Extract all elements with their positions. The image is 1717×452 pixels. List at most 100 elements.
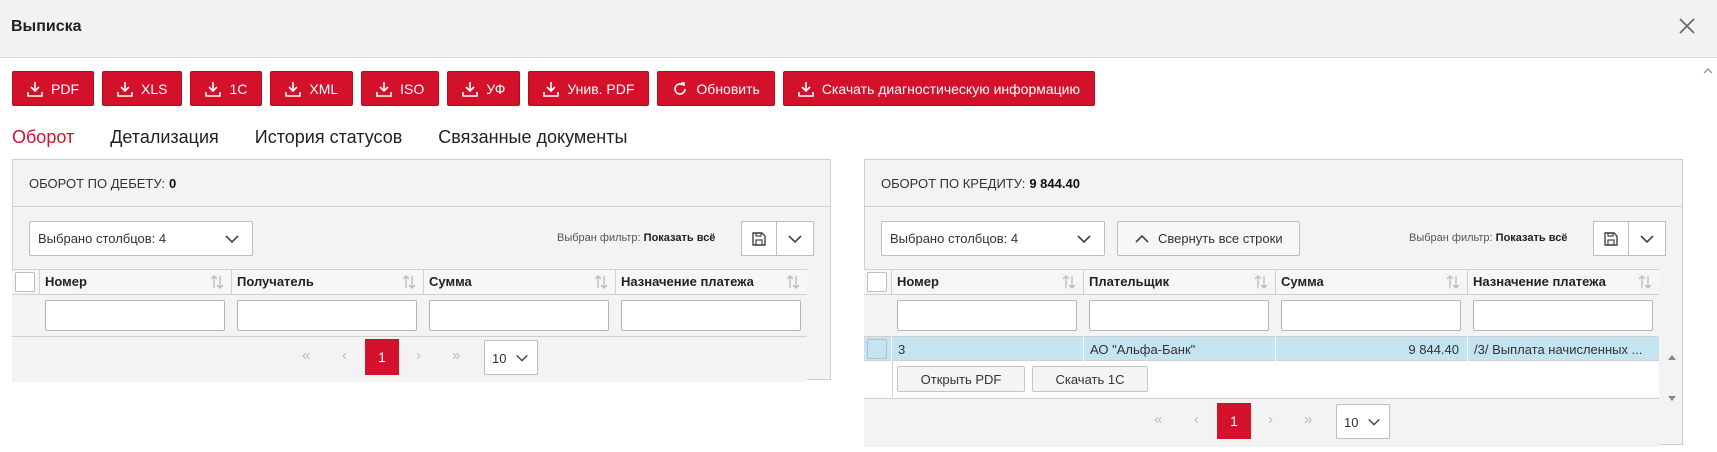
debit-col-purpose[interactable]: Назначение платежа: [616, 270, 807, 295]
table-row[interactable]: 3 АО "Альфа-Банк" 9 844.40 /3/ Выплата н…: [864, 337, 1659, 361]
download-univ-pdf-label: Унив. PDF: [567, 80, 635, 97]
download-diagnostics-label: Скачать диагностическую информацию: [821, 80, 1080, 97]
row-payer: АО "Альфа-Банк": [1084, 337, 1276, 361]
debit-col-amount-label: Сумма: [429, 274, 472, 289]
pager-next-button[interactable]: ›: [1268, 411, 1273, 428]
pager-current-page[interactable]: 1: [365, 339, 399, 375]
download-1c-row-button[interactable]: Скачать 1С: [1032, 366, 1148, 392]
debit-options-button[interactable]: [776, 221, 814, 256]
sort-icon: [210, 275, 224, 289]
debit-filter-purpose-input[interactable]: [621, 300, 801, 331]
credit-filter-amount-input[interactable]: [1281, 300, 1461, 331]
pager-first-button[interactable]: «: [1154, 411, 1162, 428]
credit-col-number-label: Номер: [897, 274, 939, 289]
debit-save-button[interactable]: [741, 221, 777, 256]
download-xml-button[interactable]: XML: [270, 71, 354, 106]
credit-filter-payer-input[interactable]: [1089, 300, 1269, 331]
credit-col-amount[interactable]: Сумма: [1276, 270, 1468, 295]
credit-col-purpose-label: Назначение платежа: [1473, 274, 1606, 289]
toolbar: PDF XLS 1С XML ISO УФ Унив. PDF Обновить…: [12, 71, 1095, 106]
pager-last-button[interactable]: »: [1304, 411, 1312, 428]
row-detail-actions: Открыть PDF Скачать 1С: [864, 361, 1659, 397]
debit-filter-recipient-input[interactable]: [237, 300, 417, 331]
debit-col-recipient[interactable]: Получатель: [232, 270, 424, 295]
pager-current-page[interactable]: 1: [1217, 403, 1251, 439]
credit-select-all-cell: [864, 270, 892, 295]
download-diagnostics-button[interactable]: Скачать диагностическую информацию: [782, 71, 1095, 106]
pager-next-button[interactable]: ›: [416, 347, 421, 364]
close-icon[interactable]: [1675, 14, 1699, 38]
refresh-button[interactable]: Обновить: [657, 71, 775, 106]
debit-summary: ОБОРОТ ПО ДЕБЕТУ: 0: [13, 160, 830, 207]
debit-filter-label: Выбран фильтр:: [557, 232, 641, 244]
credit-header-row: Номер Плательщик Сумма Назначение платеж…: [864, 270, 1659, 295]
download-iso-label: ISO: [400, 80, 425, 97]
sort-icon: [1254, 275, 1268, 289]
window-title: Выписка: [11, 18, 82, 35]
download-icon: [117, 81, 133, 97]
page-scroll-up-icon[interactable]: [1703, 62, 1713, 78]
download-univ-pdf-button[interactable]: Унив. PDF: [528, 71, 650, 106]
sort-icon: [1446, 275, 1460, 289]
collapse-all-rows-label: Свернуть все строки: [1158, 231, 1283, 246]
download-xls-button[interactable]: XLS: [102, 71, 183, 106]
refresh-icon: [674, 81, 687, 95]
download-1c-button[interactable]: 1С: [190, 71, 263, 106]
chevron-up-icon: [1135, 234, 1149, 243]
debit-columns-select-value: Выбрано столбцов: 4: [38, 231, 167, 246]
row-select-checkbox[interactable]: [867, 339, 887, 359]
open-pdf-button[interactable]: Открыть PDF: [897, 366, 1025, 392]
credit-page-size-select[interactable]: 10: [1336, 404, 1390, 439]
download-1c-label: 1С: [229, 80, 248, 97]
sort-icon: [1638, 275, 1652, 289]
download-xml-label: XML: [309, 80, 339, 97]
table-scroll-up-icon[interactable]: [1667, 348, 1677, 364]
pager-first-button[interactable]: «: [302, 347, 310, 364]
pager-prev-button[interactable]: ‹: [1194, 411, 1199, 428]
debit-select-all-checkbox[interactable]: [15, 272, 35, 292]
debit-page-size-select[interactable]: 10: [484, 340, 538, 375]
tab-status-history[interactable]: История статусов: [255, 127, 402, 148]
credit-col-payer-label: Плательщик: [1089, 274, 1170, 289]
credit-filter-number-input[interactable]: [897, 300, 1077, 331]
download-xls-label: XLS: [141, 80, 168, 97]
pager-last-button[interactable]: »: [452, 347, 460, 364]
debit-filter-status: Выбран фильтр: Показать всё: [557, 232, 715, 244]
credit-save-button[interactable]: [1593, 221, 1629, 256]
debit-page-size-value: 10: [492, 351, 507, 366]
pager-prev-button[interactable]: ‹: [342, 347, 347, 364]
download-uf-label: УФ: [486, 80, 506, 97]
debit-filter-number-input[interactable]: [45, 300, 225, 331]
debit-filter-amount-input[interactable]: [429, 300, 609, 331]
credit-col-purpose[interactable]: Назначение платежа: [1468, 270, 1659, 295]
download-uf-button[interactable]: УФ: [447, 71, 521, 106]
debit-table: Номер Получатель Сумма Назначение платеж…: [12, 269, 807, 382]
tab-turnover[interactable]: Оборот: [12, 127, 74, 148]
credit-panel: ОБОРОТ ПО КРЕДИТУ: 9 844.40 Выбрано столб…: [864, 159, 1683, 447]
credit-col-payer[interactable]: Плательщик: [1084, 270, 1276, 295]
debit-col-number-label: Номер: [45, 274, 87, 289]
credit-filter-purpose-input[interactable]: [1473, 300, 1653, 331]
credit-col-amount-label: Сумма: [1281, 274, 1324, 289]
credit-filter-row: [864, 295, 1659, 337]
tab-details[interactable]: Детализация: [110, 127, 219, 148]
debit-col-recipient-label: Получатель: [237, 274, 314, 289]
credit-col-number[interactable]: Номер: [892, 270, 1084, 295]
credit-page-size-value: 10: [1344, 415, 1359, 430]
download-pdf-button[interactable]: PDF: [12, 71, 94, 106]
download-iso-button[interactable]: ISO: [361, 71, 440, 106]
window-header: Выписка: [0, 0, 1717, 58]
tab-related-documents[interactable]: Связанные документы: [438, 127, 627, 148]
credit-select-all-checkbox[interactable]: [867, 272, 887, 292]
chevron-down-icon: [1640, 234, 1654, 243]
debit-columns-select[interactable]: Выбрано столбцов: 4: [29, 221, 253, 256]
table-scroll-down-icon[interactable]: [1667, 390, 1677, 406]
credit-columns-select[interactable]: Выбрано столбцов: 4: [881, 221, 1105, 256]
credit-options-button[interactable]: [1628, 221, 1666, 256]
collapse-all-rows-button[interactable]: Свернуть все строки: [1117, 221, 1300, 256]
debit-col-number[interactable]: Номер: [40, 270, 232, 295]
row-detail-divider: [892, 361, 893, 397]
credit-value: 9 844.40: [1029, 175, 1080, 191]
chevron-down-icon: [225, 235, 239, 244]
debit-col-amount[interactable]: Сумма: [424, 270, 616, 295]
